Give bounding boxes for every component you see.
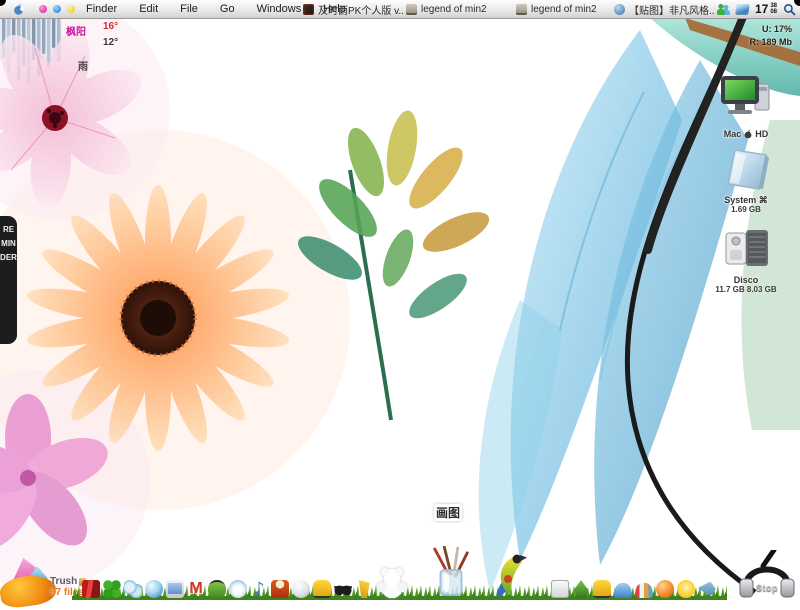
- dock-icon-sheep-clock[interactable]: [229, 580, 247, 598]
- window-control-dots[interactable]: [39, 5, 75, 13]
- network-status-icon[interactable]: [735, 4, 749, 14]
- dock-icon-music-note[interactable]: ♪: [250, 580, 268, 598]
- mac-hd-icon: [717, 72, 775, 124]
- desktop-icon-disco[interactable]: Disco 11.7 GB 8.03 GB: [708, 228, 784, 294]
- menubar-app-legend-2[interactable]: legend of min2: [516, 0, 597, 18]
- dock-icon-green-hood[interactable]: [572, 580, 590, 598]
- dock-icon-sun-chick[interactable]: [677, 580, 695, 598]
- dock-icon-red-books[interactable]: [82, 580, 100, 598]
- dock-icon-paint-brush-cup[interactable]: [429, 546, 473, 598]
- menu-finder[interactable]: Finder: [75, 0, 128, 18]
- dot-blue[interactable]: [53, 5, 61, 13]
- weather-city: 枫阳: [66, 23, 86, 38]
- dock-icon-golf-ball[interactable]: [292, 580, 310, 598]
- menubar-app-legend-1[interactable]: legend of min2: [406, 0, 487, 18]
- dock-icon-white-fridge[interactable]: [551, 580, 569, 598]
- apple-glyph-icon: [744, 129, 752, 139]
- dock-icon-yellow-fries[interactable]: [355, 580, 373, 598]
- dock-icon-blue-masks[interactable]: [124, 580, 142, 598]
- weather-widget[interactable]: 枫阳 16° 12° 雨: [62, 21, 158, 73]
- dock-icon-green-clover[interactable]: [103, 580, 121, 598]
- spotlight-icon[interactable]: [783, 3, 796, 16]
- menu-bar: Finder Edit File Go Windows Help 及时雨PK个人…: [0, 0, 800, 19]
- desktop-icon-mac-hd[interactable]: Mac HD: [708, 72, 784, 139]
- post-icon: [614, 4, 625, 15]
- dock-icon-blue-parasol[interactable]: [614, 583, 632, 598]
- legend-icon: [406, 4, 417, 15]
- dock-icon-blue-globe[interactable]: [145, 580, 163, 598]
- menu-edit[interactable]: Edit: [128, 0, 169, 18]
- system-disk-icon: [720, 146, 772, 190]
- dock-icon-striped-parasol[interactable]: [635, 583, 653, 598]
- rate-stat: R: 189 Mb: [749, 36, 792, 49]
- weather-condition: 雨: [78, 58, 88, 73]
- menu-file[interactable]: File: [169, 0, 209, 18]
- dock-icon-binoculars[interactable]: [334, 580, 352, 598]
- player-stop-label[interactable]: Stop: [736, 583, 798, 593]
- disco-drive-icon: [719, 228, 773, 270]
- dock-icon-green-figure[interactable]: [208, 580, 226, 598]
- player-headphones[interactable]: Stop: [736, 550, 798, 600]
- dock-icon-teddy-bear[interactable]: [376, 566, 408, 598]
- dock-icon-fish-boat[interactable]: [698, 580, 716, 598]
- dock-icon-lantern-man[interactable]: [271, 580, 289, 598]
- timely-rain-icon: [303, 4, 314, 15]
- menubar-app-timely-rain[interactable]: 及时雨PK个人版 v..: [303, 0, 404, 18]
- weather-low: 12°: [103, 37, 118, 48]
- dock-icon-gmail-m[interactable]: M: [187, 580, 205, 598]
- desktop-icon-system[interactable]: System ⌘ 1.69 GB: [708, 146, 784, 214]
- net-stats-readout: U: 17% R: 189 Mb: [749, 23, 792, 49]
- users-status-icon[interactable]: [717, 4, 730, 15]
- dock-tooltip: 画图: [434, 504, 462, 521]
- dock-icon-orange-ball[interactable]: [656, 580, 674, 598]
- menubar-clock[interactable]: 17 38 08: [755, 2, 777, 16]
- wallpaper: [0, 0, 800, 600]
- dot-magenta[interactable]: [39, 5, 47, 13]
- reminder-tab[interactable]: REMINDER: [0, 216, 17, 344]
- dot-yellow[interactable]: [67, 5, 75, 13]
- menubar-app-post[interactable]: 【贴图】非凡风格..: [614, 0, 715, 18]
- dock-icon-parrot[interactable]: [490, 552, 530, 598]
- upload-stat: U: 17%: [749, 23, 792, 36]
- weather-high: 16°: [103, 21, 118, 32]
- dock-icon-tv-player[interactable]: [166, 580, 184, 598]
- legend-icon: [516, 4, 527, 15]
- dock-icon-yellow-taxi[interactable]: [313, 580, 331, 598]
- apple-menu-icon[interactable]: [12, 3, 25, 16]
- dock: M ♪: [72, 542, 727, 600]
- dock-icon-yellow-car[interactable]: [593, 580, 611, 598]
- menu-go[interactable]: Go: [209, 0, 246, 18]
